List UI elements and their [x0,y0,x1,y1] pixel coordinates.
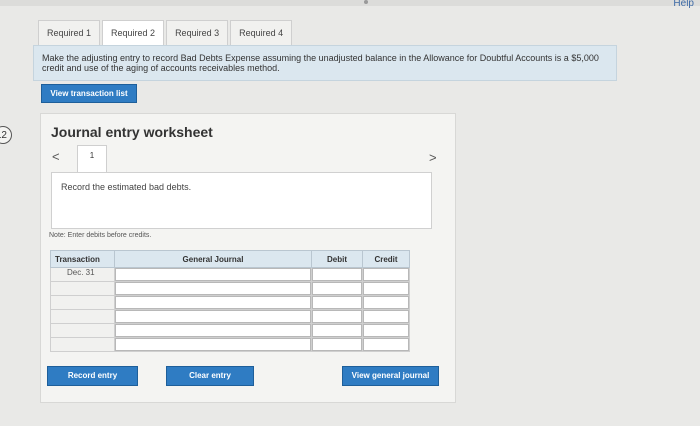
page-tab-1[interactable]: 1 [77,145,107,173]
column-header-credit: Credit [362,250,410,268]
record-entry-button[interactable]: Record entry [47,366,138,386]
debits-note: Note: Enter debits before credits. [49,232,152,239]
transaction-cell [50,281,115,296]
top-bar [0,0,700,6]
debit-input[interactable] [311,281,363,296]
debit-input[interactable] [311,267,363,282]
credit-input[interactable] [362,337,410,352]
prev-page-icon[interactable]: < [52,149,60,164]
table-row: Dec. 31 [50,267,410,282]
transaction-cell [50,295,115,310]
column-header-transaction: Transaction [50,250,115,268]
clear-entry-button[interactable]: Clear entry [166,366,254,386]
tab-required-2[interactable]: Required 2 [102,20,165,46]
column-header-general-journal: General Journal [114,250,312,268]
record-instruction-box: Record the estimated bad debts. [51,172,432,229]
account-input[interactable] [114,309,312,324]
requirement-tabs: Required 1 Required 2 Required 3 Require… [38,20,294,46]
view-transaction-list-button[interactable]: View transaction list [41,84,137,103]
transaction-cell [50,323,115,338]
help-link[interactable]: Help [673,0,694,9]
debit-input[interactable] [311,323,363,338]
table-row [50,337,410,352]
debit-input[interactable] [311,337,363,352]
table-row [50,309,410,324]
tab-required-1[interactable]: Required 1 [38,20,101,46]
transaction-cell [50,309,115,324]
credit-input[interactable] [362,323,410,338]
debit-input[interactable] [311,295,363,310]
record-instruction-text: Record the estimated bad debts. [61,182,192,192]
tab-required-4[interactable]: Required 4 [230,20,293,46]
table-row [50,281,410,296]
view-general-journal-button[interactable]: View general journal [342,366,439,386]
credit-input[interactable] [362,295,410,310]
credit-input[interactable] [362,267,410,282]
debit-input[interactable] [311,309,363,324]
next-page-icon[interactable]: > [429,150,437,165]
tab-required-3[interactable]: Required 3 [166,20,229,46]
account-input[interactable] [114,281,312,296]
top-dot-icon [364,0,368,4]
worksheet-title: Journal entry worksheet [51,124,213,140]
table-row [50,295,410,310]
account-input[interactable] [114,323,312,338]
table-row [50,323,410,338]
account-input[interactable] [114,295,312,310]
account-input[interactable] [114,337,312,352]
question-number-badge: 12 [0,126,12,144]
transaction-cell: Dec. 31 [50,267,115,282]
credit-input[interactable] [362,281,410,296]
journal-table: Transaction General Journal Debit Credit… [50,250,410,352]
credit-input[interactable] [362,309,410,324]
transaction-cell [50,337,115,352]
account-input[interactable] [114,267,312,282]
instructions-text: Make the adjusting entry to record Bad D… [33,45,617,81]
column-header-debit: Debit [311,250,363,268]
